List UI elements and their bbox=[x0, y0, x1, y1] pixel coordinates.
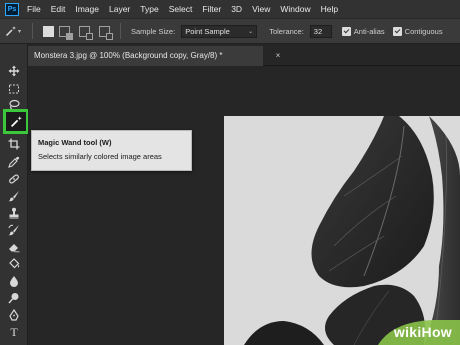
divider bbox=[32, 23, 33, 39]
add-to-selection-button[interactable] bbox=[59, 25, 73, 40]
eraser-icon bbox=[9, 244, 20, 253]
menu-3d[interactable]: 3D bbox=[231, 0, 242, 18]
type-icon: T bbox=[10, 324, 18, 339]
tools-panel: T bbox=[0, 44, 29, 345]
paint-bucket-tool[interactable] bbox=[4, 256, 24, 272]
dodge-tool[interactable] bbox=[4, 290, 24, 306]
document-canvas[interactable] bbox=[224, 116, 460, 345]
eraser-tool[interactable] bbox=[4, 239, 24, 255]
sample-size-label: Sample Size: bbox=[131, 26, 176, 36]
subtract-from-selection-button[interactable] bbox=[79, 25, 93, 40]
tool-tooltip: Magic Wand tool (W) Selects similarly co… bbox=[31, 130, 192, 171]
healing-brush-tool[interactable] bbox=[4, 171, 24, 187]
watermark-text: wikiHow bbox=[393, 324, 452, 340]
menu-bar: Ps File Edit Image Layer Type Select Fil… bbox=[0, 0, 460, 18]
history-brush-icon bbox=[8, 224, 19, 236]
eyedropper-icon bbox=[8, 156, 20, 168]
eyedropper-tool[interactable] bbox=[4, 154, 24, 170]
monstera-leaf-image bbox=[224, 116, 460, 345]
options-bar: ▾ Sample Size: Point Sample ⌄ Tolerance:… bbox=[0, 18, 460, 44]
paint-bucket-icon bbox=[9, 258, 20, 269]
magic-wand-icon bbox=[5, 26, 16, 37]
crop-icon bbox=[8, 138, 20, 150]
marquee-icon bbox=[9, 84, 19, 94]
chevron-down-icon: ⌄ bbox=[248, 28, 254, 35]
magic-wand-tool-inner bbox=[6, 112, 26, 131]
selection-square bbox=[106, 32, 113, 40]
sample-size-dropdown[interactable]: Point Sample ⌄ bbox=[181, 24, 258, 38]
brush-tool[interactable] bbox=[4, 188, 24, 204]
document-tab[interactable]: Monstera 3.jpg @ 100% (Background copy, … bbox=[28, 46, 263, 66]
menu-file[interactable]: File bbox=[27, 0, 41, 18]
wikihow-watermark: wikiHow bbox=[372, 318, 460, 345]
menu-view[interactable]: View bbox=[252, 0, 270, 18]
tool-preset-picker[interactable]: ▾ bbox=[0, 25, 26, 37]
menu-layer[interactable]: Layer bbox=[109, 0, 130, 18]
pen-tool[interactable] bbox=[4, 307, 24, 323]
photoshop-logo: Ps bbox=[5, 2, 19, 16]
menu-filter[interactable]: Filter bbox=[202, 0, 221, 18]
contiguous-label: Contiguous bbox=[404, 26, 443, 36]
menu-type[interactable]: Type bbox=[140, 0, 158, 18]
menu-window[interactable]: Window bbox=[280, 0, 310, 18]
pen-icon bbox=[9, 309, 19, 321]
chevron-down-icon: ▾ bbox=[17, 28, 21, 35]
magic-wand-icon bbox=[10, 116, 22, 127]
move-tool[interactable] bbox=[4, 63, 24, 79]
tooltip-title: Magic Wand tool (W) bbox=[38, 138, 112, 147]
menu-edit[interactable]: Edit bbox=[51, 0, 66, 18]
tolerance-input[interactable]: 32 bbox=[309, 24, 332, 38]
clone-stamp-icon bbox=[9, 207, 19, 219]
divider bbox=[120, 23, 121, 39]
history-brush-tool[interactable] bbox=[4, 222, 24, 238]
menu-help[interactable]: Help bbox=[321, 0, 338, 18]
selection-square bbox=[66, 32, 73, 40]
intersect-selection-button[interactable] bbox=[99, 25, 113, 40]
sample-size-value: Point Sample bbox=[185, 26, 230, 36]
move-icon bbox=[8, 65, 20, 77]
blur-tool[interactable] bbox=[4, 273, 24, 289]
menu-image[interactable]: Image bbox=[75, 0, 99, 18]
magic-wand-tool[interactable] bbox=[3, 109, 29, 134]
tooltip-description: Selects similarly colored image areas bbox=[38, 152, 162, 161]
document-tab-bar: Monstera 3.jpg @ 100% (Background copy, … bbox=[28, 44, 460, 66]
new-selection-button[interactable] bbox=[43, 25, 54, 37]
tolerance-label: Tolerance: bbox=[269, 26, 304, 36]
selection-square bbox=[86, 32, 93, 40]
healing-brush-icon bbox=[9, 174, 19, 184]
blur-icon bbox=[10, 276, 18, 287]
anti-alias-label: Anti-alias bbox=[353, 26, 385, 36]
contiguous-checkbox[interactable] bbox=[392, 26, 402, 36]
canvas-area[interactable] bbox=[28, 66, 460, 345]
type-tool[interactable]: T bbox=[4, 324, 24, 340]
menu-select[interactable]: Select bbox=[169, 0, 193, 18]
close-tab-button[interactable]: × bbox=[270, 46, 286, 66]
brush-icon bbox=[8, 191, 19, 202]
anti-alias-checkbox[interactable] bbox=[341, 26, 351, 36]
clone-stamp-tool[interactable] bbox=[4, 205, 24, 221]
marquee-tool[interactable] bbox=[4, 81, 24, 97]
dodge-icon bbox=[8, 293, 19, 304]
crop-tool[interactable] bbox=[4, 136, 24, 152]
